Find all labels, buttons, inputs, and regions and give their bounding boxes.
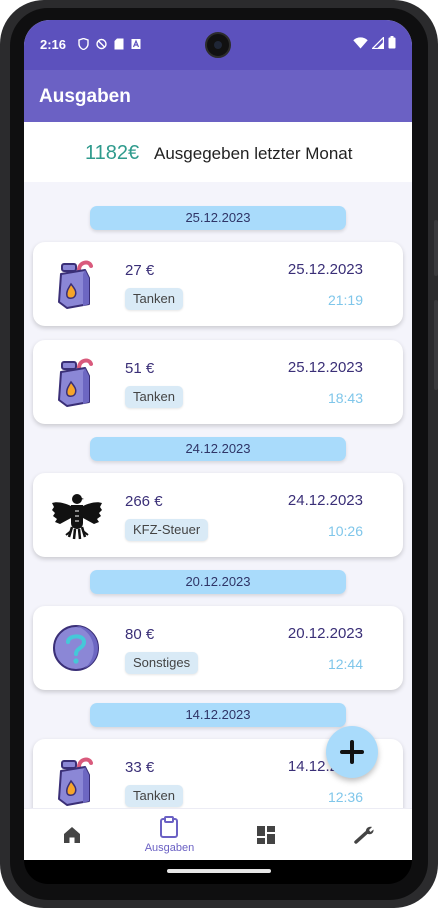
date-header: 20.12.2023 [90,570,346,594]
add-expense-button[interactable] [326,726,378,778]
power-button [434,220,438,276]
expense-date: 24.12.2023 [287,492,363,509]
no-sim-icon [96,38,107,50]
home-gesture-bar[interactable] [167,869,271,873]
app-bar: Ausgaben [24,70,412,122]
sd-card-icon [114,38,124,50]
shield-icon [78,38,89,50]
category-chip: Tanken [125,386,183,408]
expense-date: 25.12.2023 [287,359,363,376]
date-header: 14.12.2023 [90,703,346,727]
expense-amount: 33 € [125,759,155,776]
expense-time: 10:26 [327,523,363,539]
nav-home[interactable] [24,809,121,860]
expense-card[interactable]: 27 € 25.12.2023 Tanken 21:19 [33,242,403,326]
expense-amount: 27 € [125,262,155,279]
expense-date: 25.12.2023 [287,261,363,278]
bottom-navigation: Ausgaben [24,808,412,860]
monthly-summary: 1182€ Ausgegeben letzter Monat [24,122,412,182]
category-chip: Tanken [125,288,183,310]
nav-settings[interactable] [315,809,412,860]
expense-amount: 80 € [125,626,155,643]
fuel-can-icon [58,260,93,309]
expense-date: 20.12.2023 [287,625,363,642]
signal-icon [372,36,384,49]
category-chip: Tanken [125,785,183,807]
wrench-icon [354,826,374,844]
status-system-icons [353,36,396,49]
home-icon [64,827,80,843]
front-camera [205,32,231,58]
page-title: Ausgaben [39,86,131,107]
summary-amount: 1182€ [85,142,140,164]
battery-icon [388,36,396,49]
screen: 2:16 Ausgaben 1182€ Ausgegeben letzter M… [24,20,412,860]
status-notification-icons [78,38,141,50]
status-bar: 2:16 [24,20,412,70]
question-mark-icon [53,625,99,671]
expense-time: 12:44 [327,656,363,672]
expense-card[interactable]: 266 € 24.12.2023 KFZ-Steuer 10:26 [33,473,403,557]
expense-time: 12:36 [327,789,363,805]
expense-amount: 266 € [125,493,163,510]
volume-button [434,300,438,390]
keyboard-icon [131,39,141,49]
expense-time: 18:43 [327,390,363,406]
date-header: 25.12.2023 [90,206,346,230]
fuel-can-icon [58,757,93,806]
expense-card[interactable]: 51 € 25.12.2023 Tanken 18:43 [33,340,403,424]
status-time: 2:16 [40,37,67,52]
fuel-can-icon [58,358,93,407]
category-chip: KFZ-Steuer [125,519,209,541]
date-header: 24.12.2023 [90,437,346,461]
federal-eagle-icon [52,494,102,540]
expense-list[interactable]: 25.12.2023 27 € 25.12.2023 Tanken 21:19 [24,182,412,808]
plus-icon [340,740,364,764]
nav-expenses[interactable]: Ausgaben [121,809,218,860]
dashboard-icon [257,826,275,844]
nav-expenses-label: Ausgaben [144,842,195,854]
clipboard-icon [160,816,178,838]
summary-label: Ausgegeben letzter Monat [154,144,353,163]
category-chip: Sonstiges [125,652,199,674]
expense-card[interactable]: 80 € 20.12.2023 Sonstiges 12:44 [33,606,403,690]
expense-amount: 51 € [125,360,155,377]
nav-dashboard[interactable] [218,809,315,860]
wifi-icon [353,36,368,48]
expense-time: 21:19 [327,292,363,308]
